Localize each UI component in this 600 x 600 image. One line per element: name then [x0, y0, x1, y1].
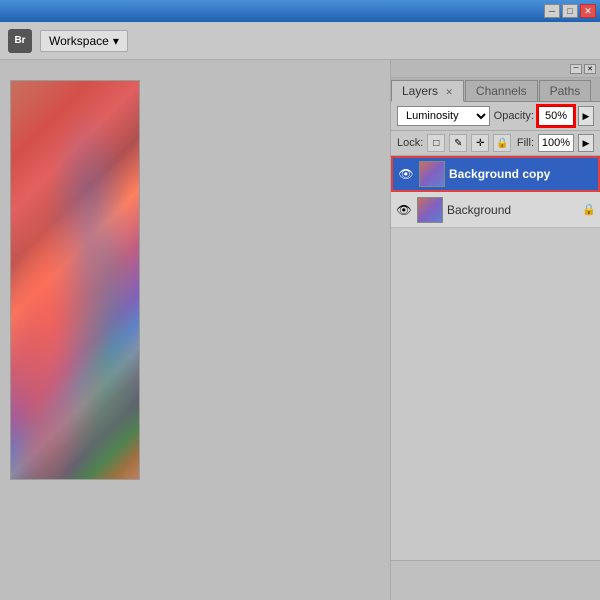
canvas-document [10, 80, 140, 480]
lock-position-button[interactable]: ✛ [471, 134, 489, 152]
layer-name-background: Background [447, 203, 578, 217]
canvas-image-overlay [11, 81, 139, 479]
toolbar: Br Workspace ▾ [0, 22, 600, 60]
tab-layers-close[interactable]: ✕ [445, 87, 453, 97]
minimize-button[interactable]: ─ [544, 4, 560, 18]
layer-item-background-copy[interactable]: 👁 Background copy [391, 156, 600, 192]
fill-arrow-button[interactable]: ▶ [578, 134, 594, 152]
panel-title-bar: ─ ✕ [391, 60, 600, 78]
lock-transparent-button[interactable]: □ [427, 134, 445, 152]
layer-thumb-background-copy [419, 161, 445, 187]
layer-visibility-icon-background[interactable]: 👁 [395, 201, 413, 219]
fill-label: Fill: [517, 137, 534, 149]
lock-fill-row: Lock: □ ✎ ✛ 🔒 Fill: ▶ [391, 131, 600, 156]
layers-list: 👁 Background copy 👁 Background 🔒 [391, 156, 600, 560]
tab-paths[interactable]: Paths [539, 80, 592, 101]
main-area: ─ ✕ Layers ✕ Channels Paths Luminosity O… [0, 60, 600, 600]
lock-all-button[interactable]: 🔒 [493, 134, 511, 152]
layer-visibility-icon-background-copy[interactable]: 👁 [397, 165, 415, 183]
tab-layers[interactable]: Layers ✕ [391, 80, 464, 102]
fill-input[interactable] [538, 134, 574, 152]
bridge-icon[interactable]: Br [8, 29, 32, 53]
lock-image-button[interactable]: ✎ [449, 134, 467, 152]
title-bar: ─ □ ✕ [0, 0, 600, 22]
layer-name-background-copy: Background copy [449, 167, 594, 181]
layer-thumb-image-background-copy [420, 162, 444, 186]
canvas-area [0, 60, 390, 600]
panel-minimize-button[interactable]: ─ [570, 64, 582, 74]
blend-mode-select[interactable]: Luminosity [397, 106, 490, 126]
workspace-arrow-icon: ▾ [113, 34, 119, 48]
layer-item-background[interactable]: 👁 Background 🔒 [391, 192, 600, 228]
layer-lock-icon-background: 🔒 [582, 203, 596, 216]
panel-close-button[interactable]: ✕ [584, 64, 596, 74]
panel-bottom [391, 560, 600, 600]
panel-tabs: Layers ✕ Channels Paths [391, 78, 600, 102]
right-panel: ─ ✕ Layers ✕ Channels Paths Luminosity O… [390, 60, 600, 600]
opacity-input[interactable] [538, 106, 574, 126]
close-button[interactable]: ✕ [580, 4, 596, 18]
maximize-button[interactable]: □ [562, 4, 578, 18]
workspace-button[interactable]: Workspace ▾ [40, 30, 128, 52]
opacity-label: Opacity: [494, 110, 534, 122]
title-bar-controls: ─ □ ✕ [544, 4, 596, 18]
tab-channels[interactable]: Channels [465, 80, 538, 101]
layer-thumb-image-background [418, 198, 442, 222]
layer-thumb-background [417, 197, 443, 223]
workspace-label: Workspace [49, 34, 109, 48]
blend-mode-row: Luminosity Opacity: ▶ [391, 102, 600, 131]
lock-label: Lock: [397, 137, 423, 149]
opacity-arrow-button[interactable]: ▶ [578, 106, 594, 126]
